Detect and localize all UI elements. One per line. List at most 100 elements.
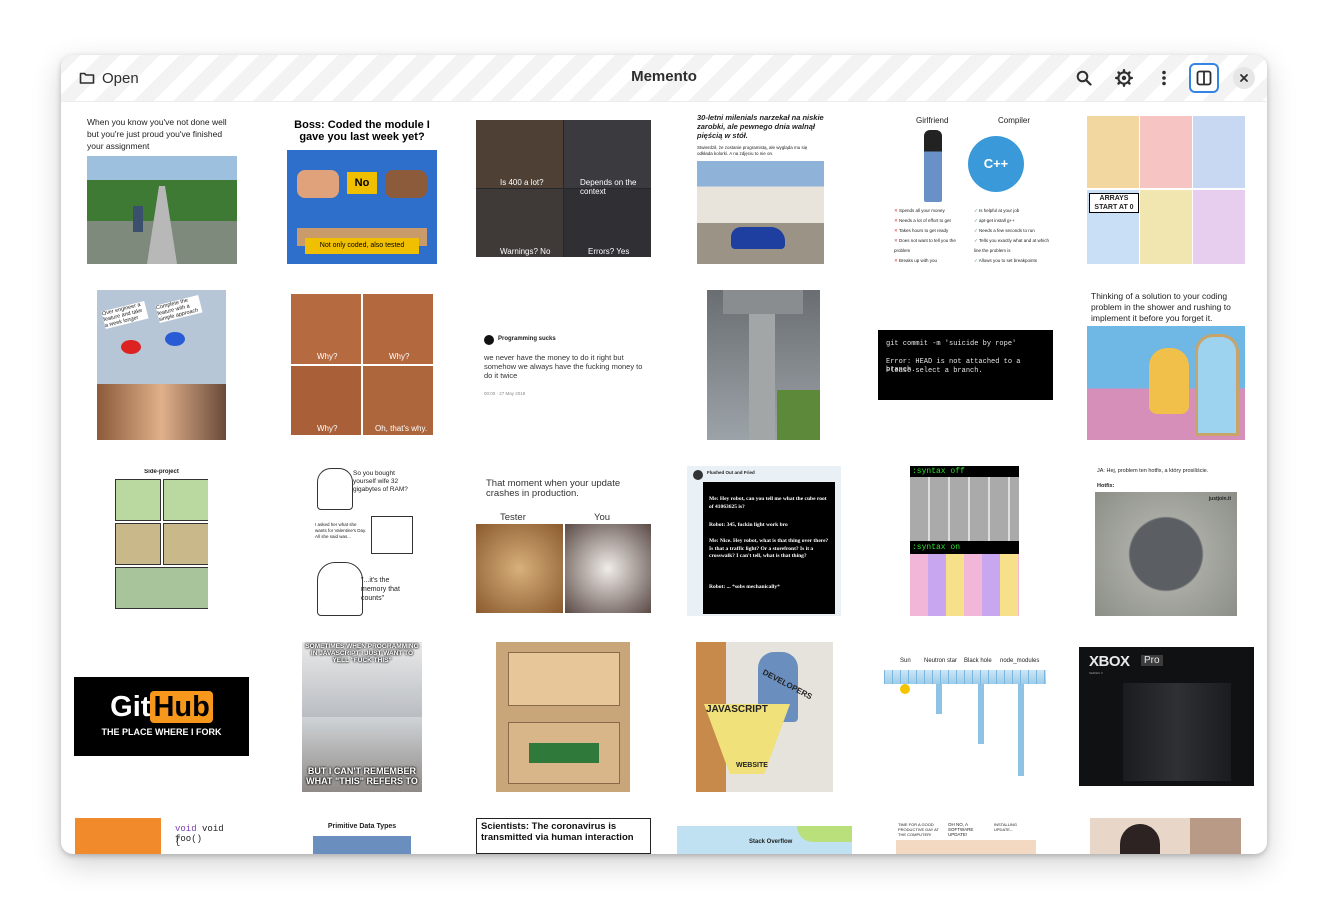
meme-caption: "...it's the memory that counts" xyxy=(361,577,400,602)
terminal-line: Please select a branch. xyxy=(886,367,983,375)
list-item: ✓ Allows you to set breakpoints xyxy=(974,258,1038,263)
header-bar: Open Memento xyxy=(61,55,1267,102)
meme-image xyxy=(749,314,775,440)
badge: Pro xyxy=(1141,655,1163,666)
meme-caption: 30-letni milenials narzekał na niskie za… xyxy=(697,113,824,140)
brand-logo: XBOX xyxy=(1089,653,1130,670)
meme-caption: When you know you've not done well but y… xyxy=(87,117,227,151)
meme-image xyxy=(97,384,226,440)
meme-image xyxy=(476,524,563,613)
pros-cons-list: ✓ Is helpful at your job ✓ apt-get insta… xyxy=(974,206,1054,264)
meme-thumbnail[interactable]: SOMETIMES WHEN PROGRAMMING IN JAVASCRIPT… xyxy=(302,642,422,792)
list-item: ✓ Is helpful at your job xyxy=(974,208,1020,213)
meme-thumbnail[interactable] xyxy=(1090,818,1241,854)
meme-image xyxy=(1120,824,1160,854)
meme-image xyxy=(1123,683,1231,781)
meme-thumbnail[interactable]: Git Hub THE PLACE WHERE I FORK xyxy=(74,677,249,756)
pros-cons-list: ✕ Spends all your money ✕ Needs a lot of… xyxy=(894,206,972,264)
list-item: ✕ Spends all your money xyxy=(894,208,945,213)
meme-caption: Why? xyxy=(317,352,338,361)
meme-caption: Robot: ... *sobs mechanically* xyxy=(709,584,780,590)
meme-thumbnail[interactable]: git commit -m 'suicide by rope' Error: H… xyxy=(878,330,1053,400)
meme-thumbnail[interactable]: void void foo() { xyxy=(75,818,250,854)
meme-thumbnail[interactable]: Girlfriend Compiler C++ ✕ Spends all you… xyxy=(894,116,1054,264)
avatar xyxy=(693,470,703,480)
terminal-line: git commit -m 'suicide by rope' xyxy=(886,340,1017,348)
meme-thumbnail[interactable]: Is 400 a lot? Depends on the context War… xyxy=(476,120,651,257)
meme-thumbnail[interactable]: TIME FOR A GOOD PRODUCTIVE DAY AT THE CO… xyxy=(896,818,1036,854)
meme-image: Over engineer a feature and take a week … xyxy=(97,290,226,384)
meme-image xyxy=(313,836,411,854)
meme-label: You xyxy=(594,512,611,523)
close-icon xyxy=(1240,74,1248,82)
meme-image xyxy=(1140,190,1192,264)
meme-thumbnail[interactable]: When you know you've not done well but y… xyxy=(85,116,238,264)
meme-thumbnail[interactable]: Scientists: The coronavirus is transmitt… xyxy=(476,818,651,854)
meme-thumbnail[interactable] xyxy=(707,290,820,440)
meme-caption: THE PLACE WHERE I FORK xyxy=(101,727,222,737)
meme-thumbnail[interactable] xyxy=(496,642,630,792)
meme-image xyxy=(910,477,1019,541)
settings-button[interactable] xyxy=(1108,62,1140,94)
meme-label: JAVASCRIPT xyxy=(706,704,768,715)
meme-thumbnail[interactable]: 30-letni milenials narzekał na niskie za… xyxy=(697,113,824,264)
sidebar-icon xyxy=(1196,70,1212,86)
meme-label: Stack Overflow xyxy=(749,839,793,845)
column-header: Compiler xyxy=(998,116,1031,125)
column-header: Girlfriend xyxy=(916,116,949,125)
meme-grid: When you know you've not done well but y… xyxy=(61,101,1267,854)
meme-thumbnail[interactable]: Sun Neutron star Black hole node_modules xyxy=(878,656,1053,778)
meme-image xyxy=(75,818,161,854)
meme-image xyxy=(924,130,942,202)
meme-thumbnail[interactable]: :syntax off :syntax on xyxy=(910,466,1019,616)
meme-label: WEBSITE xyxy=(736,762,768,769)
menu-button[interactable] xyxy=(1148,62,1180,94)
meme-image xyxy=(371,516,413,554)
meme-image xyxy=(878,668,1053,778)
meme-thumbnail[interactable]: XBOX Pro SERIES X xyxy=(1079,647,1254,786)
meme-thumbnail[interactable]: So you bought yourself wife 32 gigabytes… xyxy=(313,466,413,616)
meme-thumbnail[interactable]: DEVELOPERS JAVASCRIPT WEBSITE xyxy=(696,642,833,792)
tweet-account: Flushed Out and Fried xyxy=(707,470,755,475)
code-line: { xyxy=(175,837,181,847)
list-item: ✕ Takes hours to get ready xyxy=(894,228,949,233)
search-button[interactable] xyxy=(1068,62,1100,94)
meme-thumbnail[interactable]: Stack Overflow xyxy=(677,826,852,854)
meme-thumbnail[interactable]: ARRAYS START AT 0 xyxy=(1087,116,1245,264)
meme-caption: Oh, that's why. xyxy=(375,424,428,433)
meme-label: Not only coded, also tested xyxy=(305,238,419,254)
meme-caption: Side-project xyxy=(144,469,179,475)
meme-caption: Me: Hey robot, can you tell me what the … xyxy=(709,496,827,510)
meme-image xyxy=(115,523,161,565)
meme-image xyxy=(797,826,852,842)
meme-caption: Depends on the context xyxy=(580,178,637,196)
meme-thumbnail[interactable]: Over engineer a feature and take a week … xyxy=(97,290,226,440)
meme-image: justjoin.it xyxy=(1095,492,1237,616)
search-icon xyxy=(1076,70,1092,86)
close-button[interactable] xyxy=(1233,67,1255,89)
meme-caption: Me: Nice. Hey robot, what is that thing … xyxy=(709,538,829,559)
meme-thumbnail[interactable]: Flushed Out and Fried Me: Hey robot, can… xyxy=(687,466,841,616)
meme-caption: That moment when your update crashes in … xyxy=(486,478,621,499)
meme-image xyxy=(565,524,651,613)
meme-thumbnail[interactable]: Boss: Coded the module I gave you last w… xyxy=(287,116,437,264)
diagram-label: node_modules xyxy=(1000,658,1040,664)
list-item: ✓ apt-get install g++ xyxy=(974,218,1015,223)
meme-thumbnail[interactable]: Why? Why? Why? Oh, that's why. xyxy=(291,294,433,435)
meme-thumbnail[interactable]: JA: Hej, problem ten hotfix, a który pro… xyxy=(1087,466,1245,616)
list-item: ✓ Tells you exactly what and at which li… xyxy=(974,238,1049,253)
meme-thumbnail[interactable]: Side-project xyxy=(115,469,208,613)
terminal-line: :syntax off xyxy=(912,467,965,476)
meme-thumbnail[interactable]: Thinking of a solution to your coding pr… xyxy=(1087,290,1245,440)
sidebar-toggle-button[interactable] xyxy=(1189,63,1219,93)
meme-caption: TIME FOR A GOOD PRODUCTIVE DAY AT THE CO… xyxy=(898,822,939,837)
meme-label: No xyxy=(347,172,377,194)
more-vertical-icon xyxy=(1162,70,1166,86)
meme-image xyxy=(896,840,1036,854)
meme-caption: Boss: Coded the module I gave you last w… xyxy=(294,119,430,143)
meme-thumbnail[interactable]: Programming sucks we never have the mone… xyxy=(476,331,651,403)
brand-watermark: justjoin.it xyxy=(1208,496,1231,502)
meme-thumbnail[interactable]: That moment when your update crashes in … xyxy=(476,469,651,613)
meme-image xyxy=(1190,818,1241,854)
meme-thumbnail[interactable]: Primitive Data Types xyxy=(313,818,411,854)
